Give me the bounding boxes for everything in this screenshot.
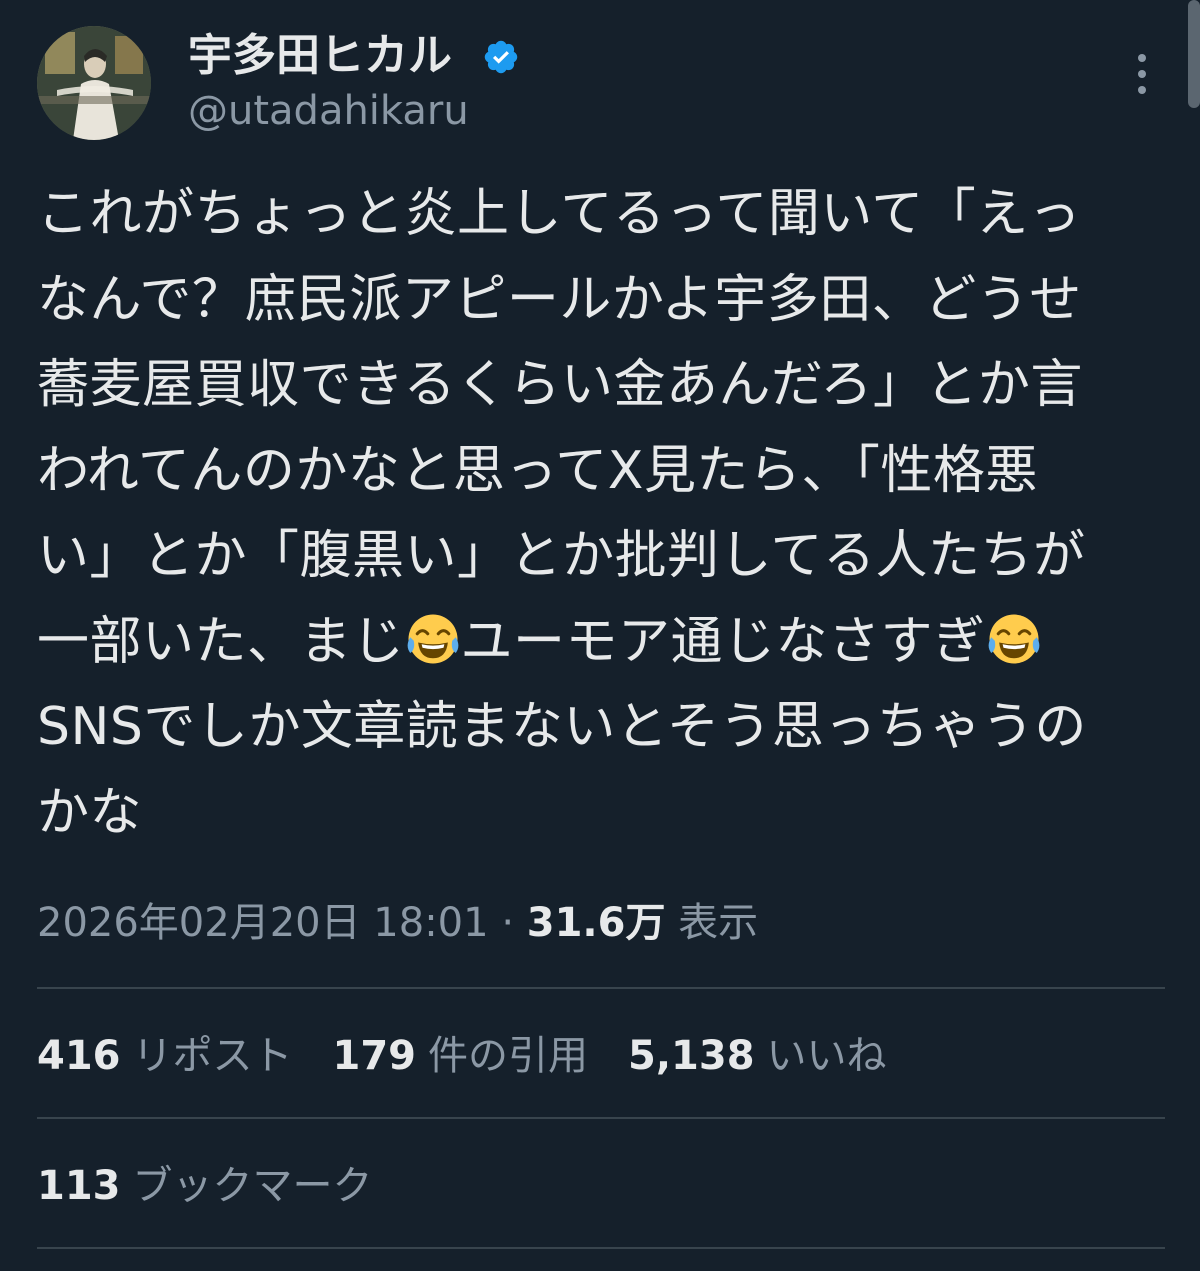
tweet-line: なんで？庶民派アピールかよ宇多田、どうせ — [37, 269, 1082, 330]
bookmarks-stat[interactable]: 113 ブックマーク — [37, 1158, 373, 1214]
reposts-count: 416 — [37, 1033, 121, 1079]
divider — [37, 1117, 1165, 1119]
more-vertical-icon[interactable] — [1124, 50, 1160, 98]
dot — [1138, 54, 1146, 62]
dot — [1138, 70, 1146, 78]
tweet-meta: 2026年02月20日 18:01 · 31.6万 表示 — [37, 895, 758, 951]
tweet-line: これがちょっと炎上してるって聞いて「えっ — [37, 184, 1082, 244]
tweet-line: われてんのかなと思ってX見たら、「性格悪 — [37, 440, 1038, 501]
quotes-label: 件の引用 — [428, 1033, 588, 1079]
quotes-count: 179 — [332, 1033, 417, 1079]
tweet-line: 一部いた、まじ ユーモア通じなさすぎ — [37, 600, 1167, 686]
bookmarks-label: ブックマーク — [132, 1163, 373, 1209]
face-with-tears-of-joy-icon — [988, 614, 1039, 663]
face-with-tears-of-joy-icon — [407, 614, 458, 663]
tweet-line: かな — [37, 782, 143, 843]
author-handle[interactable]: @utadahikaru — [188, 86, 469, 136]
tweet-text: これがちょっと炎上してるって聞いて「えっ なんで？庶民派アピールかよ宇多田、どう… — [37, 172, 1167, 856]
reposts-stat[interactable]: 416 リポスト — [37, 1028, 293, 1084]
likes-count: 5,138 — [628, 1033, 755, 1079]
likes-stat[interactable]: 5,138 いいね — [628, 1028, 887, 1084]
avatar[interactable] — [37, 26, 151, 140]
divider — [37, 1247, 1165, 1249]
author-display-name[interactable]: 宇多田ヒカル — [188, 28, 452, 84]
dot — [1138, 86, 1146, 94]
tweet-line-segment: ユーモア通じなさすぎ — [460, 611, 986, 672]
engagement-stats: 416 リポスト 179 件の引用 5,138 いいね — [37, 1028, 887, 1084]
scrollbar-thumb[interactable] — [1188, 0, 1200, 108]
reposts-label: リポスト — [132, 1033, 293, 1079]
meta-separator: · — [501, 900, 515, 946]
views-label: 表示 — [678, 900, 759, 946]
tweet-line: SNSでしか文章読まないとそう思っちゃうの — [37, 697, 1087, 757]
bookmarks-count: 113 — [37, 1163, 121, 1209]
tweet-line-segment: 一部いた、まじ — [37, 611, 405, 672]
divider — [37, 987, 1165, 989]
tweet-line: 蕎麦屋買収できるくらい金あんだろ」とか言 — [37, 355, 1083, 415]
verified-badge-icon — [482, 38, 520, 76]
quotes-stat[interactable]: 179 件の引用 — [333, 1028, 589, 1084]
likes-label: いいね — [766, 1033, 887, 1079]
tweet-line: い」とか「腹黒い」とか批判してる人たちが — [37, 526, 1086, 586]
timestamp[interactable]: 2026年02月20日 18:01 — [37, 900, 489, 946]
views-count: 31.6万 — [526, 900, 666, 946]
